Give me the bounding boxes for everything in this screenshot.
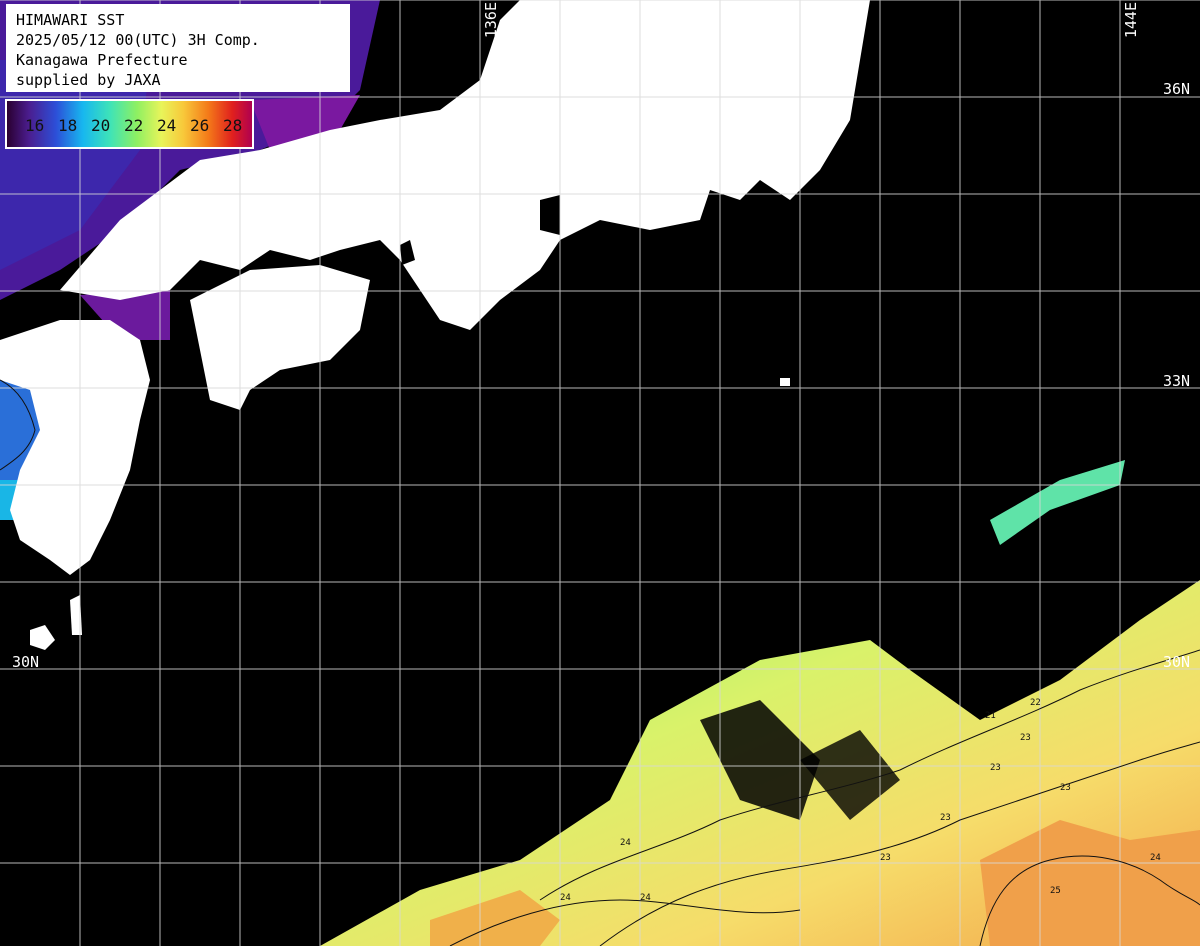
legend-label: 20 bbox=[91, 116, 111, 135]
legend-labels: 16 18 20 22 24 26 28 bbox=[25, 116, 256, 135]
contour-label: 24 bbox=[1150, 853, 1161, 863]
contour-label: 23 bbox=[990, 763, 1001, 773]
lon-label-144e: 144E bbox=[1122, 2, 1140, 39]
legend-label: 26 bbox=[190, 116, 210, 135]
contour-label: 23 bbox=[1060, 783, 1071, 793]
color-scale-legend: 16 18 20 22 24 26 28 bbox=[5, 99, 254, 149]
contour-label: 24 bbox=[620, 838, 631, 848]
title-line-2: 2025/05/12 00(UTC) 3H Comp. bbox=[16, 31, 260, 49]
legend-label: 18 bbox=[58, 116, 78, 135]
lat-label-30n: 30N bbox=[12, 653, 40, 671]
title-line-4: supplied by JAXA bbox=[16, 71, 161, 89]
lat-label-36n: 36N bbox=[1163, 80, 1191, 98]
contour-label: 22 bbox=[1030, 698, 1041, 708]
lat-label-30n-right: 30N bbox=[1163, 653, 1191, 671]
legend-label: 24 bbox=[157, 116, 177, 135]
legend-label: 22 bbox=[124, 116, 144, 135]
legend-label: 28 bbox=[223, 116, 243, 135]
contour-label: 23 bbox=[940, 813, 951, 823]
contour-label: 23 bbox=[1020, 733, 1031, 743]
title-line-1: HIMAWARI SST bbox=[16, 11, 125, 29]
contour-label: 24 bbox=[640, 893, 651, 903]
contour-label: 24 bbox=[560, 893, 571, 903]
title-line-3: Kanagawa Prefecture bbox=[16, 51, 188, 69]
contour-label: 21 bbox=[985, 711, 996, 721]
title-box: HIMAWARI SST 2025/05/12 00(UTC) 3H Comp.… bbox=[6, 4, 350, 92]
contour-label: 25 bbox=[1050, 886, 1061, 896]
legend-label: 16 bbox=[25, 116, 45, 135]
lat-label-33n: 33N bbox=[1163, 372, 1191, 390]
lon-label-136e: 136E bbox=[482, 2, 500, 39]
contour-label: 23 bbox=[880, 853, 891, 863]
